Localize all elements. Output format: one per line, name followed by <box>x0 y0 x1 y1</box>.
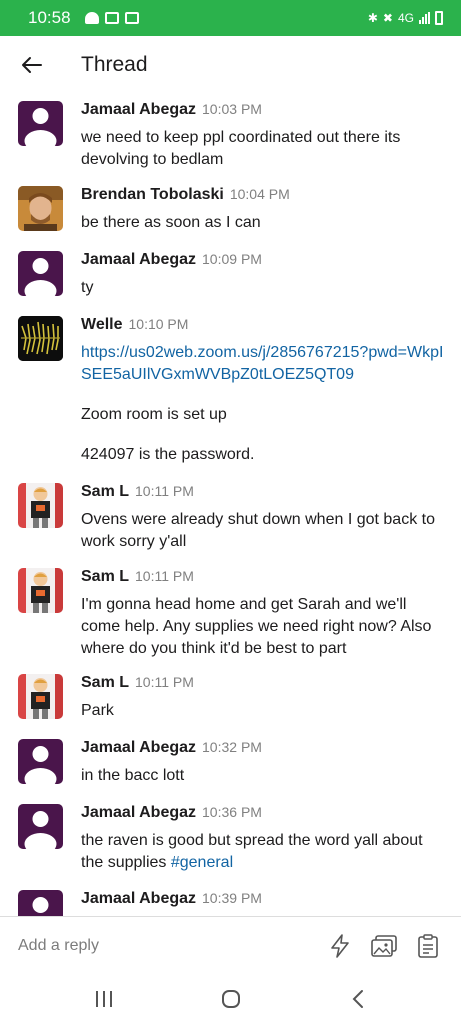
system-nav-bar <box>0 974 461 1024</box>
attach-file-button[interactable] <box>415 933 441 959</box>
message-text: we need to keep ppl coordinated out ther… <box>81 129 401 168</box>
back-button[interactable] <box>0 36 62 94</box>
reply-bar: Add a reply <box>0 916 461 974</box>
avatar[interactable] <box>18 251 63 296</box>
message-author[interactable]: Welle <box>81 316 123 334</box>
default-user-icon <box>32 897 49 913</box>
message-text: 424097 is the password. <box>81 446 255 463</box>
message-time: 10:36 PM <box>202 804 262 820</box>
clipboard-icon <box>418 933 438 958</box>
gallery-notification-icon <box>104 12 119 24</box>
message-time: 10:10 PM <box>128 316 189 332</box>
message-text: the raven is good but spread the word ya… <box>81 830 447 874</box>
message-text: Ovens were already shut down when I got … <box>81 511 435 550</box>
message-author[interactable]: Brendan Tobolaski <box>81 186 224 204</box>
default-user-icon <box>24 746 57 784</box>
message-author[interactable]: Sam L <box>81 568 129 586</box>
message-time: 10:32 PM <box>202 739 262 755</box>
message-time: 10:39 PM <box>202 890 262 906</box>
zoom-link[interactable]: https://us02web.zoom.us/j/2856767215?pwd… <box>81 342 447 386</box>
message-time: 10:11 PM <box>135 568 194 584</box>
back-arrow-icon <box>22 57 42 73</box>
lightning-icon <box>331 933 349 958</box>
message-text: ty <box>81 279 94 296</box>
message-time: 10:11 PM <box>135 674 194 690</box>
band-logo-icon <box>18 316 63 361</box>
notification-icons <box>84 12 139 24</box>
default-user-icon <box>24 108 57 146</box>
avatar[interactable] <box>18 316 63 361</box>
message-author[interactable]: Sam L <box>81 674 129 692</box>
bluetooth-icon: ✱ <box>367 11 378 25</box>
avatar[interactable] <box>18 674 63 719</box>
message-time: 10:09 PM <box>202 251 262 267</box>
system-back-button[interactable] <box>338 979 378 1019</box>
snapchat-icon <box>84 12 99 24</box>
message-author[interactable]: Jamaal Abegaz <box>81 251 196 269</box>
home-button[interactable] <box>211 979 251 1019</box>
mute-icon: ✖ <box>382 11 393 25</box>
network-type: 4G <box>397 11 414 25</box>
default-user-icon <box>24 258 57 296</box>
page-title: Thread <box>81 53 148 76</box>
message-text: Park <box>81 702 114 719</box>
channel-link[interactable]: #general <box>171 854 233 871</box>
signal-icon <box>419 12 430 24</box>
recent-apps-button[interactable] <box>84 979 124 1019</box>
message-author[interactable]: Sam L <box>81 483 129 501</box>
message-time: 10:04 PM <box>229 186 290 202</box>
back-nav-icon <box>352 990 363 1008</box>
home-icon <box>221 990 240 1008</box>
status-bar: 10:58 ✱ ✖ 4G <box>0 0 461 36</box>
message-author[interactable]: Jamaal Abegaz <box>81 804 196 822</box>
thread-header: Thread <box>0 36 461 94</box>
shortcuts-button[interactable] <box>327 933 353 959</box>
avatar[interactable] <box>18 890 63 916</box>
cartoon-avatar-icon <box>18 568 63 613</box>
message-author[interactable]: Jamaal Abegaz <box>81 890 196 908</box>
reply-input[interactable]: Add a reply <box>18 937 327 955</box>
avatar[interactable] <box>18 739 63 784</box>
avatar[interactable] <box>18 804 63 849</box>
avatar[interactable] <box>18 568 63 613</box>
battery-icon <box>435 11 443 25</box>
cartoon-avatar-icon <box>18 674 63 719</box>
message-text: Zoom room is set up <box>81 406 227 423</box>
thread-messages[interactable]: Jamaal Abegaz 10:03 PM we need to keep p… <box>0 94 461 916</box>
message-time: 10:03 PM <box>202 101 262 117</box>
mail-notification-icon <box>124 12 139 24</box>
image-icon <box>371 934 397 957</box>
message-text: I'm gonna head home and get Sarah and we… <box>81 596 432 657</box>
avatar[interactable] <box>18 186 63 231</box>
cartoon-avatar-icon <box>18 483 63 528</box>
user-photo <box>18 186 63 231</box>
message-text: in the bacc lott <box>81 767 185 784</box>
recent-apps-icon <box>95 991 112 1007</box>
message-author[interactable]: Jamaal Abegaz <box>81 739 196 757</box>
message-text-part: the raven is good but spread the word ya… <box>81 832 423 871</box>
message-author[interactable]: Jamaal Abegaz <box>81 101 196 119</box>
avatar[interactable] <box>18 101 63 146</box>
status-time: 10:58 <box>28 8 71 27</box>
message-text: be there as soon as I can <box>81 214 261 231</box>
default-user-icon <box>24 811 57 849</box>
attach-image-button[interactable] <box>371 933 397 959</box>
avatar[interactable] <box>18 483 63 528</box>
message-time: 10:11 PM <box>135 483 194 499</box>
system-icons: ✱ ✖ 4G <box>368 11 443 25</box>
